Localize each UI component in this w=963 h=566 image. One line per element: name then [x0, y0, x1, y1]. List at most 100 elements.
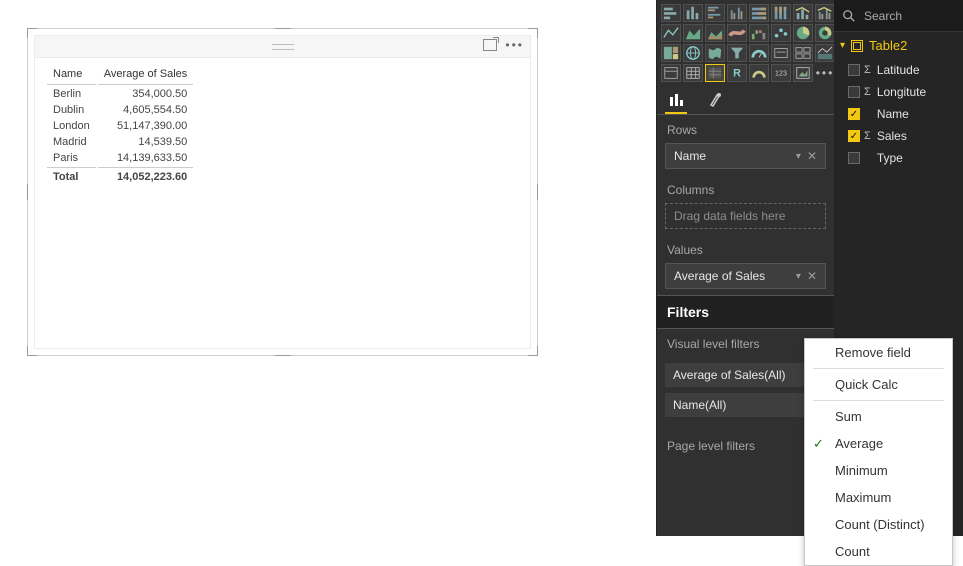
focus-mode-icon[interactable]: [483, 39, 497, 51]
more-visuals-icon[interactable]: •••: [815, 64, 835, 82]
image-icon[interactable]: [793, 64, 813, 82]
multi-card-icon[interactable]: [793, 44, 813, 62]
stacked-column-icon[interactable]: [683, 4, 703, 22]
field-row[interactable]: ✓ Σ Sales: [834, 125, 963, 147]
checkbox-icon[interactable]: [848, 152, 860, 164]
100-stacked-bar-icon[interactable]: [749, 4, 769, 22]
data-table: Name Average of Sales Berlin354,000.50 D…: [45, 66, 195, 186]
arc-icon[interactable]: [749, 64, 769, 82]
resize-handle[interactable]: [275, 28, 291, 34]
sigma-icon: Σ: [864, 86, 871, 98]
treemap-icon[interactable]: [661, 44, 681, 62]
table-icon[interactable]: [683, 64, 703, 82]
stacked-area-icon[interactable]: [705, 24, 725, 42]
menu-separator: [813, 368, 944, 369]
filled-map-icon[interactable]: [705, 44, 725, 62]
filters-header: Filters: [657, 295, 834, 329]
table-row: Berlin354,000.50: [47, 87, 193, 101]
fields-tab-icon[interactable]: [665, 88, 687, 114]
remove-field-icon[interactable]: ✕: [807, 269, 817, 283]
line-column-icon[interactable]: [793, 4, 813, 22]
svg-text:123: 123: [775, 70, 787, 78]
filter-chip[interactable]: Average of Sales(All): [665, 363, 826, 387]
pie-chart-icon[interactable]: [793, 24, 813, 42]
table-header[interactable]: ▾ Table2: [834, 32, 963, 59]
map-icon[interactable]: [683, 44, 703, 62]
chevron-down-icon[interactable]: ▾: [796, 151, 801, 162]
visualization-gallery: R 123 •••: [657, 0, 834, 84]
r-visual-icon[interactable]: R: [727, 64, 747, 82]
table-total-row: Total14,052,223.60: [47, 167, 193, 184]
expand-icon: ▾: [840, 40, 845, 51]
svg-text:R: R: [733, 68, 741, 80]
search-icon: [842, 9, 856, 23]
visual-container[interactable]: ••• Name Average of Sales Berlin354,000.…: [27, 28, 538, 356]
menu-minimum[interactable]: Minimum: [805, 457, 952, 484]
funnel-icon[interactable]: [727, 44, 747, 62]
donut-chart-icon[interactable]: [815, 24, 835, 42]
menu-count-distinct[interactable]: Count (Distinct): [805, 511, 952, 538]
values-label: Values: [657, 235, 834, 263]
checkbox-icon[interactable]: ✓: [848, 108, 860, 120]
kpi-icon[interactable]: [815, 44, 835, 62]
format-tab-icon[interactable]: [705, 88, 727, 114]
columns-label: Columns: [657, 175, 834, 203]
resize-handle[interactable]: [27, 184, 33, 200]
values-field-well[interactable]: Average of Sales ▾ ✕: [665, 263, 826, 289]
search-input[interactable]: Search: [834, 0, 963, 32]
rows-label: Rows: [657, 115, 834, 143]
menu-sum[interactable]: Sum: [805, 403, 952, 430]
field-row[interactable]: Σ Longitute: [834, 81, 963, 103]
area-chart-icon[interactable]: [683, 24, 703, 42]
col-header-name[interactable]: Name: [47, 68, 96, 85]
filter-chip[interactable]: Name(All): [665, 393, 826, 417]
table-visual: ••• Name Average of Sales Berlin354,000.…: [34, 35, 531, 349]
resize-handle[interactable]: [532, 184, 538, 200]
aggregation-context-menu: Remove field Quick Calc Sum Average Mini…: [804, 338, 953, 566]
more-options-icon[interactable]: •••: [505, 39, 524, 51]
menu-average[interactable]: Average: [805, 430, 952, 457]
grip-icon: [272, 44, 294, 50]
table-row: Madrid14,539.50: [47, 135, 193, 149]
report-canvas[interactable]: ••• Name Average of Sales Berlin354,000.…: [0, 0, 656, 536]
table-row: London51,147,390.00: [47, 119, 193, 133]
rows-field-well[interactable]: Name ▾ ✕: [665, 143, 826, 169]
stacked-bar-icon[interactable]: [661, 4, 681, 22]
field-row[interactable]: Σ Latitude: [834, 59, 963, 81]
checkbox-icon[interactable]: [848, 64, 860, 76]
checkbox-icon[interactable]: [848, 86, 860, 98]
checkbox-icon[interactable]: ✓: [848, 130, 860, 142]
sigma-icon: Σ: [864, 130, 871, 142]
menu-separator: [813, 400, 944, 401]
col-header-avg[interactable]: Average of Sales: [98, 68, 194, 85]
card-icon[interactable]: [771, 44, 791, 62]
field-row[interactable]: Σ Type: [834, 147, 963, 169]
clustered-column-icon[interactable]: [727, 4, 747, 22]
remove-field-icon[interactable]: ✕: [807, 149, 817, 163]
menu-remove-field[interactable]: Remove field: [805, 339, 952, 366]
line-chart-icon[interactable]: [661, 24, 681, 42]
line-clustered-icon[interactable]: [815, 4, 835, 22]
field-row[interactable]: ✓ Σ Name: [834, 103, 963, 125]
text-123-icon[interactable]: 123: [771, 64, 791, 82]
waterfall-icon[interactable]: [749, 24, 769, 42]
resize-handle[interactable]: [275, 350, 291, 356]
table-row: Dublin4,605,554.50: [47, 103, 193, 117]
chevron-down-icon[interactable]: ▾: [796, 271, 801, 282]
visual-drag-bar[interactable]: •••: [35, 36, 530, 58]
sigma-icon: Σ: [864, 64, 871, 76]
matrix-icon[interactable]: [705, 64, 725, 82]
100-stacked-column-icon[interactable]: [771, 4, 791, 22]
gauge-icon[interactable]: [749, 44, 769, 62]
ribbon-chart-icon[interactable]: [727, 24, 747, 42]
format-tabs: [657, 84, 834, 115]
slicer-icon[interactable]: [661, 64, 681, 82]
menu-maximum[interactable]: Maximum: [805, 484, 952, 511]
table-row: Paris14,139,633.50: [47, 151, 193, 165]
scatter-chart-icon[interactable]: [771, 24, 791, 42]
menu-count[interactable]: Count: [805, 538, 952, 565]
table-icon: [851, 40, 863, 52]
columns-field-well[interactable]: Drag data fields here: [665, 203, 826, 229]
clustered-bar-icon[interactable]: [705, 4, 725, 22]
menu-quick-calc[interactable]: Quick Calc: [805, 371, 952, 398]
